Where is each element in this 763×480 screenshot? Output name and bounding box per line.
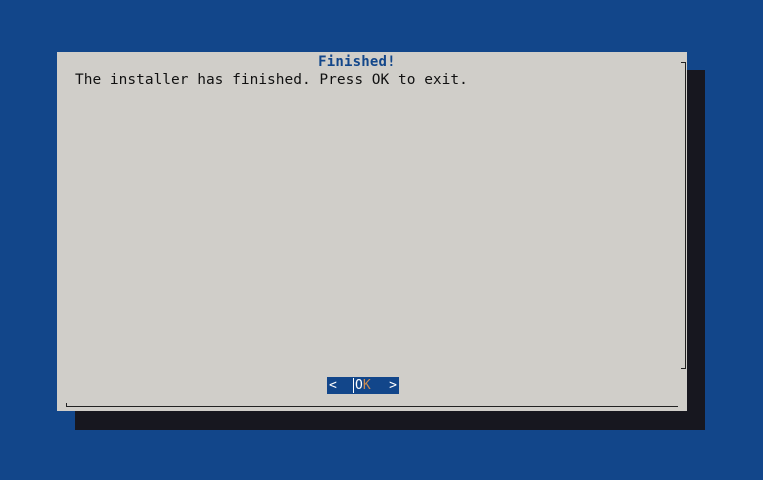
dialog-frame-right <box>681 62 686 369</box>
installer-screen: Finished! The installer has finished. Pr… <box>0 0 763 480</box>
dialog-title: Finished! <box>318 54 396 70</box>
ok-button-left-bracket: < <box>329 378 337 393</box>
ok-button-right-bracket: > <box>389 378 397 393</box>
dialog-frame-bottom <box>66 403 678 407</box>
ok-button[interactable]: < OK > <box>327 377 399 394</box>
finished-dialog: Finished! The installer has finished. Pr… <box>57 52 687 411</box>
dialog-message: The installer has finished. Press OK to … <box>75 72 468 88</box>
ok-button-hotkey: O <box>353 378 363 393</box>
ok-button-label: OK <box>353 377 371 394</box>
ok-button-label-rest: K <box>362 378 371 393</box>
